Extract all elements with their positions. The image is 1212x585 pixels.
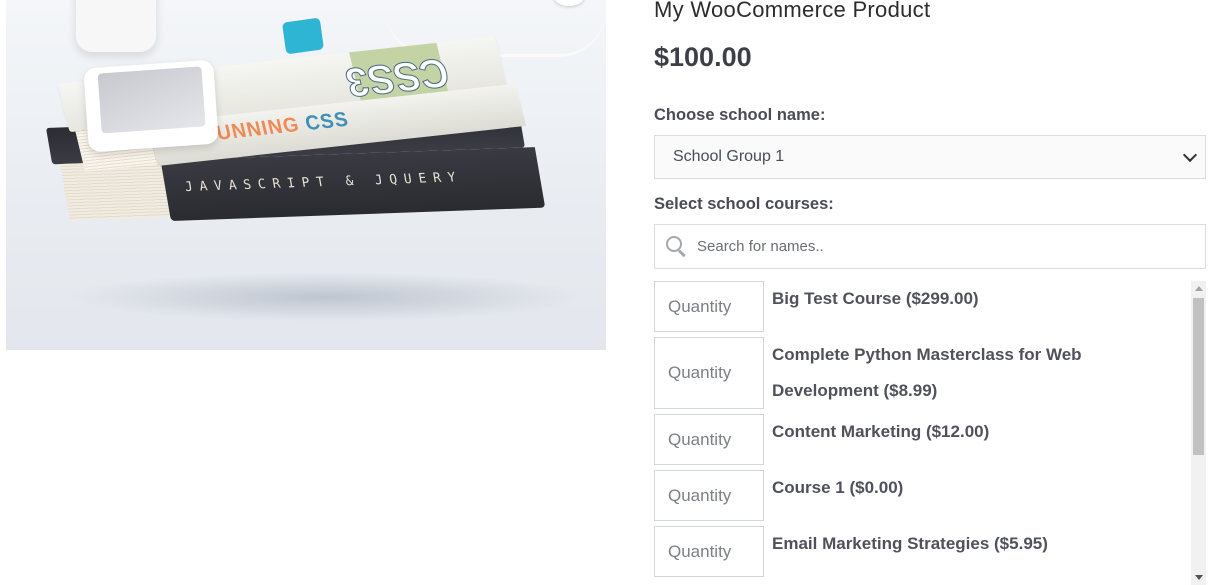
course-name: Complete Python Masterclass for Web Deve…	[772, 345, 1082, 400]
course-list: Big Test Course ($299.00) Complete Pytho…	[654, 281, 1206, 585]
course-search-input[interactable]	[695, 224, 1205, 269]
school-label: Choose school name:	[654, 106, 826, 124]
scroll-down-icon[interactable]	[1195, 575, 1203, 580]
quantity-input[interactable]	[654, 337, 764, 409]
course-name: Email Marketing Strategies ($5.95)	[772, 534, 1048, 553]
scrollbar-thumb[interactable]	[1193, 298, 1204, 455]
chevron-down-icon	[1182, 147, 1198, 163]
quantity-input[interactable]	[654, 470, 764, 521]
school-select[interactable]: School Group 1	[654, 135, 1206, 179]
search-icon	[666, 235, 688, 258]
course-name: Big Test Course ($299.00)	[772, 289, 979, 308]
product-title: My WooCommerce Product	[654, 0, 931, 22]
quantity-input[interactable]	[654, 414, 764, 465]
round-object	[554, 0, 584, 6]
course-name: Course 1 ($0.00)	[772, 478, 904, 497]
course-list-scrollbar[interactable]	[1191, 281, 1206, 585]
quantity-input[interactable]	[654, 526, 764, 577]
product-image: JAVASCRIPT & JQUERY STUNNING CSS CSS3	[6, 0, 606, 350]
blue-object	[281, 17, 325, 55]
course-name: Content Marketing ($12.00)	[772, 422, 990, 441]
school-select-value: School Group 1	[673, 148, 785, 165]
product-price: $100.00	[654, 42, 752, 72]
scroll-up-icon[interactable]	[1195, 286, 1203, 291]
course-search	[654, 224, 1206, 269]
smartphone	[83, 59, 219, 153]
courses-label: Select school courses:	[654, 195, 834, 213]
quantity-input[interactable]	[654, 281, 764, 332]
plant-pot	[76, 0, 156, 52]
